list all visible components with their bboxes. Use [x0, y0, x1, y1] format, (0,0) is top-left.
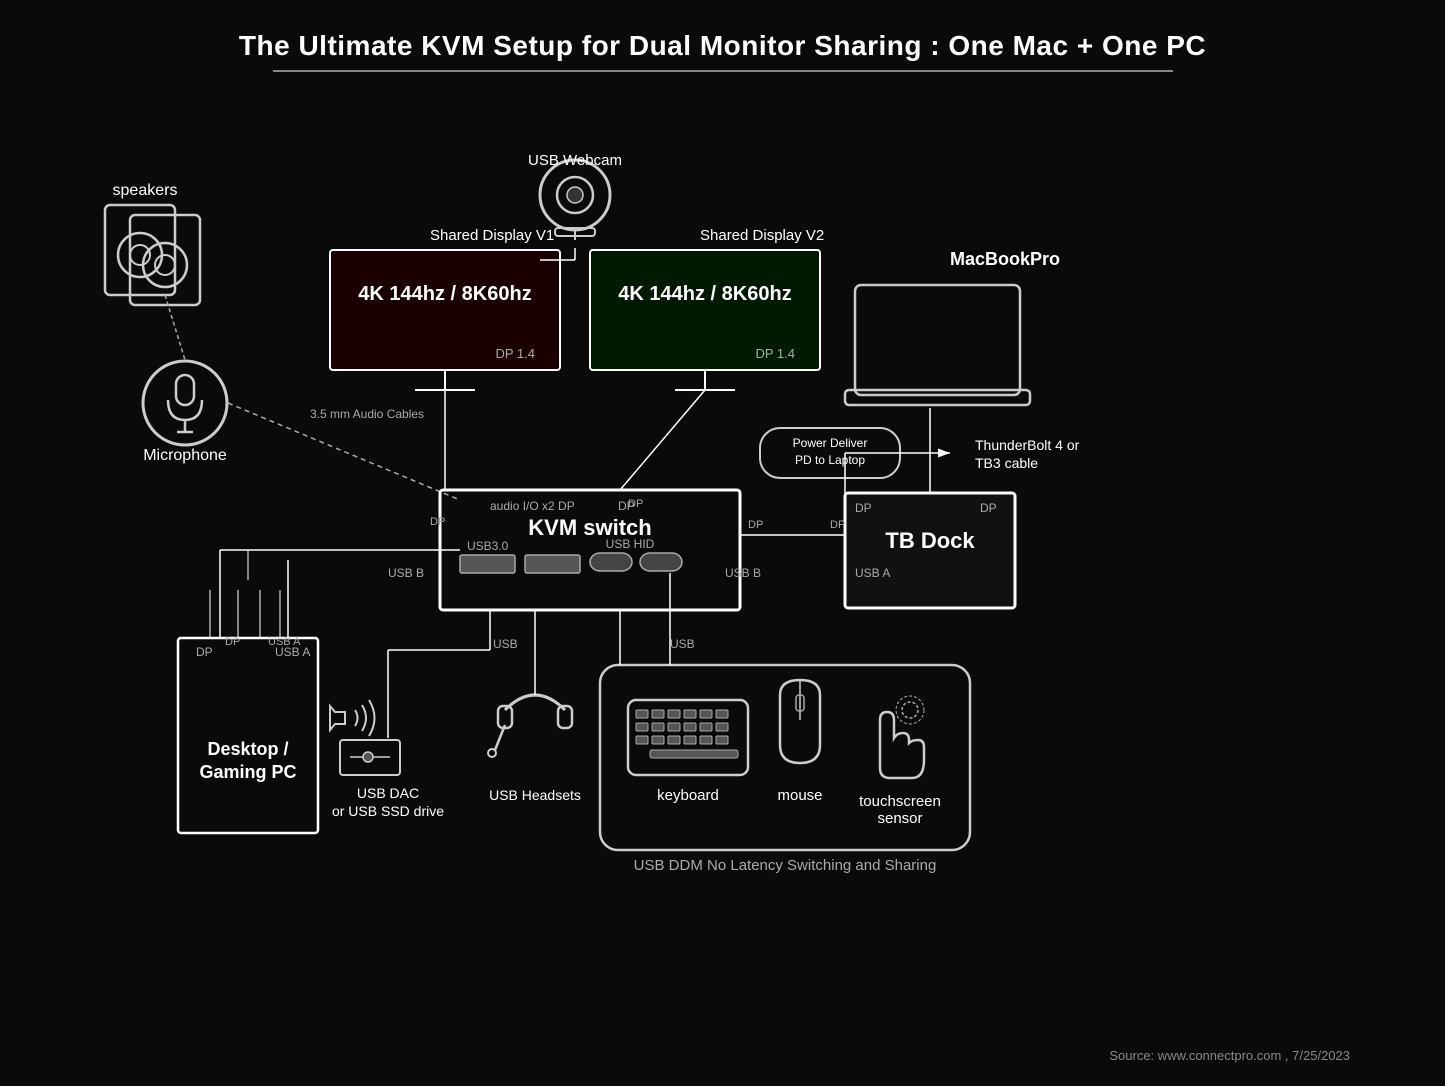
touchscreen-line1: touchscreen [859, 793, 941, 810]
webcam-label: USB Webcam [528, 152, 622, 169]
keyboard-label: keyboard [657, 787, 719, 804]
kvm-usbb-right-label: USB B [725, 566, 761, 580]
kvm-audio-label: audio I/O x2 DP [490, 499, 575, 513]
speakers-label: speakers [113, 182, 178, 199]
desktop-dp-label: DP [196, 645, 213, 659]
display2-label: Shared Display V2 [700, 227, 824, 244]
usb-headsets-label: USB Headsets [489, 787, 581, 803]
usb-dac-line2: or USB SSD drive [332, 803, 444, 819]
tb-usbb-label: USB A [855, 566, 890, 580]
usb-dac-line1: USB DAC [357, 785, 419, 801]
tbdock-dp-l: DP [830, 519, 845, 531]
kvm-hid-slot1 [590, 553, 632, 571]
display1-label: Shared Display V1 [430, 227, 554, 244]
usb-headsets-icon [488, 695, 572, 757]
desktop-box [178, 638, 318, 833]
macbook-screen [855, 285, 1020, 395]
microphone-icon [143, 361, 227, 445]
display2-spec: 4K 144hz / 8K60hz [618, 283, 791, 305]
dp-right-label: DP [628, 498, 643, 510]
tb-dock-label: TB Dock [885, 528, 975, 553]
usb-label-headset: USB [670, 637, 695, 651]
touchscreen-icon [880, 696, 924, 778]
touchscreen-line2: sensor [877, 810, 922, 827]
mouse-icon [780, 680, 820, 763]
tb-dp1-label: DP [855, 501, 872, 515]
source-text: Source: www.connectpro.com , 7/25/2023 [1109, 1048, 1350, 1063]
tb-dp2-label: DP [980, 501, 997, 515]
power-deliver-line1: Power Deliver [793, 436, 868, 450]
desktop-usba-conn: USB A [268, 636, 301, 648]
kvm-dp-r: DP [748, 519, 763, 531]
kvm-usb-hid-label: USB HID [606, 537, 655, 551]
macbook-base [845, 390, 1030, 405]
audio-cables-label: 3.5 mm Audio Cables [310, 407, 424, 421]
dp-left-label: DP [430, 516, 445, 528]
display2-port: DP 1.4 [755, 346, 795, 361]
macbook-label: MacBookPro [950, 249, 1060, 269]
kvm-hid-slot2 [640, 553, 682, 571]
mouse-label: mouse [777, 787, 822, 804]
display1-port: DP 1.4 [495, 346, 535, 361]
diagram-container: The Ultimate KVM Setup for Dual Monitor … [0, 0, 1445, 1086]
speakers-icon [105, 205, 200, 305]
disp2-to-kvm [620, 390, 705, 490]
power-deliver-line2: PD to Laptop [795, 453, 865, 467]
desktop-line1: Desktop / [207, 739, 288, 759]
kvm-usb-port1 [460, 555, 515, 573]
thunderbolt-line1: ThunderBolt 4 or [975, 437, 1080, 453]
display1-spec: 4K 144hz / 8K60hz [358, 283, 531, 305]
kvm-usbb-label: USB B [388, 566, 424, 580]
microphone-label: Microphone [143, 447, 227, 464]
usb-dac-icon [330, 700, 400, 775]
desktop-line2: Gaming PC [199, 762, 296, 782]
usb-ddm-label: USB DDM No Latency Switching and Sharing [634, 857, 937, 874]
kvm-usb30-label: USB3.0 [467, 539, 509, 553]
usb-label-dac: USB [493, 637, 518, 651]
thunderbolt-line2: TB3 cable [975, 455, 1038, 471]
keyboard-icon [628, 700, 748, 775]
kvm-usb-port2 [525, 555, 580, 573]
